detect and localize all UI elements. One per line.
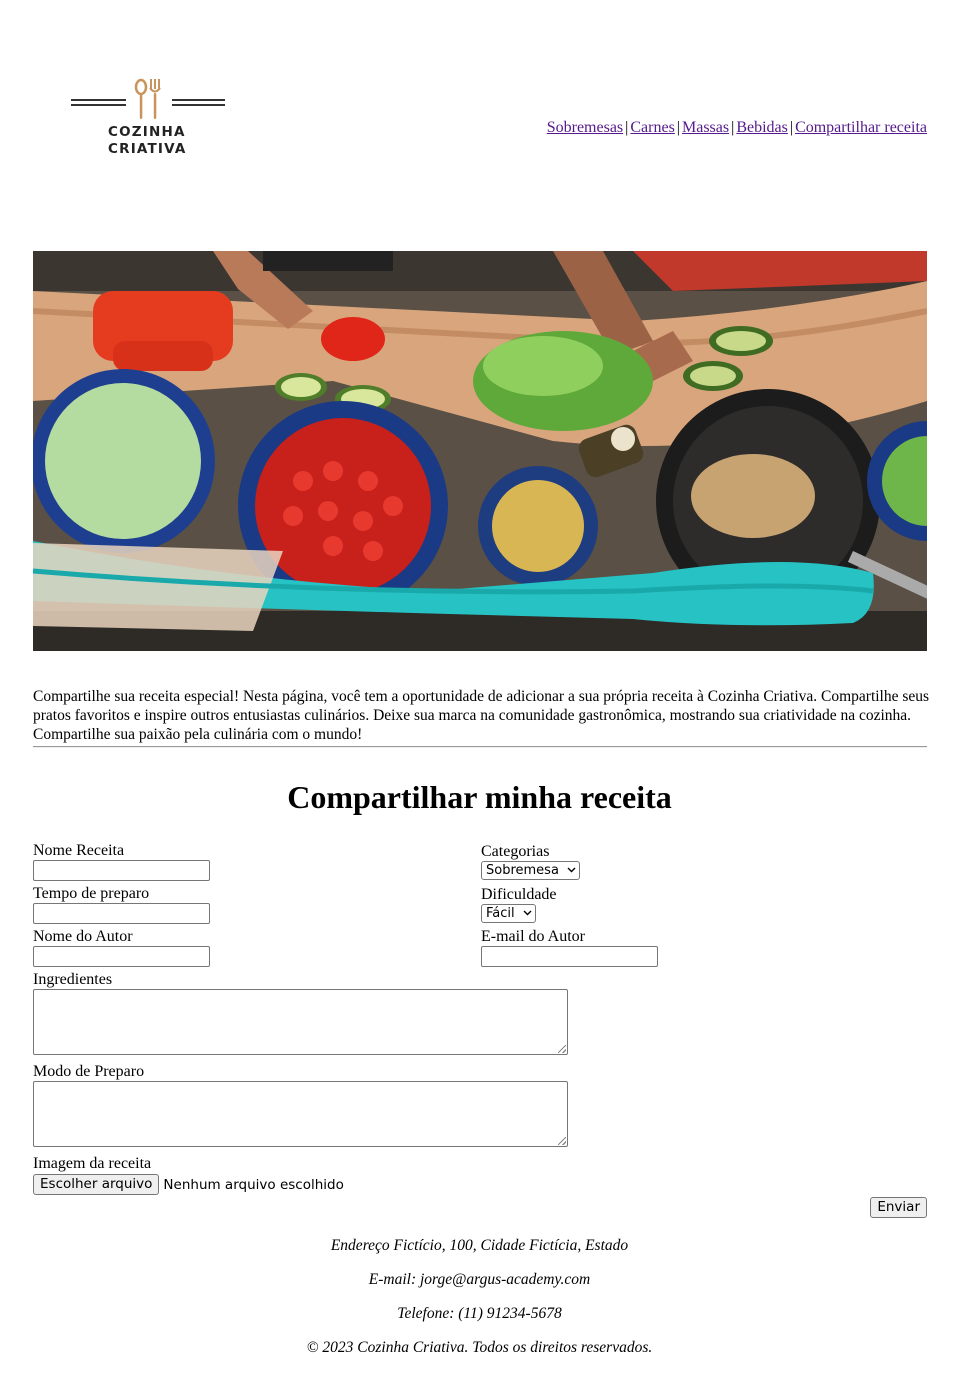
site-logo[interactable]: COZINHA CRIATIVA: [68, 78, 228, 158]
author-name-label: Nome do Autor: [33, 928, 133, 945]
logo-line-2: CRIATIVA: [108, 141, 187, 157]
nav-link-massas[interactable]: Massas: [682, 119, 729, 136]
footer: Endereço Fictício, 100, Cidade Fictícia,…: [0, 1236, 959, 1372]
file-status-text: Nenhum arquivo escolhido: [163, 1176, 344, 1193]
prep-time-group: Tempo de preparo: [33, 885, 210, 924]
intro-text: Compartilhe sua receita especial! Nesta …: [33, 687, 930, 743]
difficulty-group: Dificuldade Fácil: [481, 886, 557, 923]
recipe-name-label: Nome Receita: [33, 842, 125, 859]
ingredients-label: Ingredientes: [33, 971, 113, 988]
main-nav: Sobremesas | Carnes | Massas | Bebidas | Compart…: [547, 119, 927, 137]
method-label: Modo de Preparo: [33, 1063, 145, 1080]
author-email-label: E-mail do Autor: [481, 928, 585, 945]
categories-label: Categorias: [481, 843, 550, 860]
difficulty-selected-value: Fácil: [486, 906, 515, 921]
resize-handle-icon[interactable]: [558, 1045, 566, 1053]
form-title: Compartilhar minha receita: [287, 779, 672, 815]
nav-link-compartilhar-receita[interactable]: Compartilhar receita: [795, 119, 927, 136]
logo-line-right: [172, 99, 225, 101]
choose-file-button[interactable]: Escolher arquivo: [33, 1174, 160, 1195]
footer-address: Endereço Fictício, 100, Cidade Fictícia,…: [330, 1237, 629, 1254]
method-group: Modo de Preparo: [33, 1063, 568, 1147]
categories-select[interactable]: Sobremesa: [481, 861, 580, 880]
nav-link-sobremesas[interactable]: Sobremesas: [547, 119, 623, 136]
logo-line-1: COZINHA: [108, 124, 186, 140]
chevron-down-icon: [523, 908, 532, 916]
author-email-group: E-mail do Autor: [481, 928, 658, 967]
spoon-fork-icon: [134, 78, 161, 119]
ingredients-textarea[interactable]: [33, 989, 568, 1055]
resize-handle-icon[interactable]: [558, 1137, 566, 1145]
nav-link-bebidas[interactable]: Bebidas: [736, 119, 788, 136]
image-label: Imagem da receita: [33, 1155, 152, 1172]
logo-text: COZINHA CRIATIVA: [108, 124, 188, 158]
logo-line-right-2: [172, 104, 225, 106]
section-divider: [33, 746, 927, 748]
ingredients-group: Ingredientes: [33, 971, 568, 1055]
nav-separator: |: [676, 119, 680, 136]
image-upload-group: Imagem da receita Escolher arquivo Nenhu…: [33, 1155, 344, 1195]
prep-time-input[interactable]: [33, 903, 210, 924]
categories-group: Categorias Sobremesa: [481, 843, 580, 880]
prep-time-label: Tempo de preparo: [33, 885, 150, 902]
nav-link-carnes[interactable]: Carnes: [630, 119, 674, 136]
footer-email: E-mail: jorge@argus-academy.com: [368, 1271, 591, 1288]
submit-button[interactable]: Enviar: [870, 1197, 927, 1218]
difficulty-label: Dificuldade: [481, 886, 557, 903]
categories-selected-value: Sobremesa: [486, 863, 559, 878]
author-email-input[interactable]: [481, 946, 658, 967]
difficulty-select[interactable]: Fácil: [481, 904, 536, 923]
author-name-group: Nome do Autor: [33, 928, 210, 967]
recipe-name-group: Nome Receita: [33, 842, 210, 881]
cooking-scene-image: [33, 251, 927, 651]
method-textarea[interactable]: [33, 1081, 568, 1147]
logo-line-left-2: [71, 104, 126, 106]
footer-copyright: © 2023 Cozinha Criativa. Todos os direit…: [306, 1339, 653, 1356]
logo-line-left: [71, 99, 126, 101]
footer-phone: Telefone: (11) 91234-5678: [397, 1305, 562, 1322]
recipe-name-input[interactable]: [33, 860, 210, 881]
author-name-input[interactable]: [33, 946, 210, 967]
file-input: Escolher arquivo Nenhum arquivo escolhid…: [33, 1174, 344, 1195]
hero-image: [33, 251, 927, 651]
chevron-down-icon: [567, 865, 576, 873]
nav-separator: |: [789, 119, 794, 136]
